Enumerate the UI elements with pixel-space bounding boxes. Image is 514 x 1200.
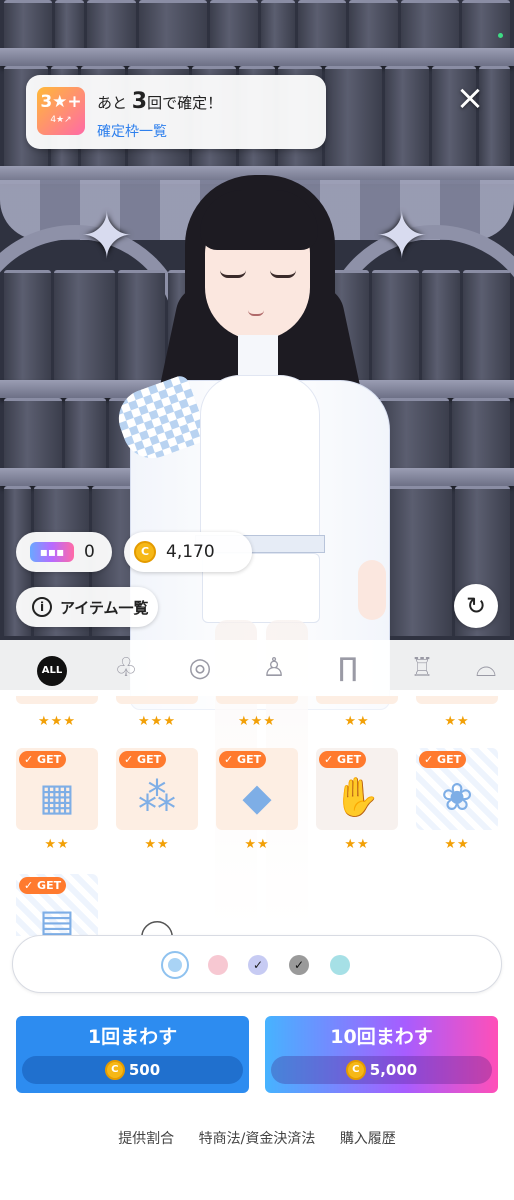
rarity-badge-sub: 4★↗ bbox=[50, 115, 72, 125]
color-swatch-selected[interactable] bbox=[161, 951, 189, 979]
guarantee-count: 3 bbox=[131, 89, 148, 114]
avatar-collar bbox=[238, 335, 278, 375]
category-tabs: ALL ♧ ◎ ♙ ∏ ♖ ⌓ bbox=[0, 640, 514, 696]
tab-hair[interactable]: ♧ bbox=[101, 653, 151, 683]
spin-ten-button[interactable]: 10回まわす C 5,000 bbox=[265, 1016, 498, 1093]
item-grid: ★★★ ★★★ ★★★ ★★ ★★ ✓ GET ▦ ✓ GET ⁂ ✓ GET … bbox=[0, 696, 514, 936]
color-swatch[interactable] bbox=[208, 955, 228, 975]
color-selector: ✓ ✓ bbox=[12, 935, 502, 993]
refresh-icon[interactable]: ↻ bbox=[454, 584, 498, 628]
rates-link[interactable]: 提供割合 bbox=[118, 1131, 174, 1147]
coin-balance[interactable]: C 4,170 bbox=[124, 532, 252, 572]
tab-all[interactable]: ALL bbox=[27, 650, 77, 686]
bookshelf-row bbox=[0, 0, 514, 48]
rarity-badge-main: 3★+ bbox=[40, 92, 82, 112]
coin-icon: C bbox=[104, 1060, 125, 1080]
guarantee-prefix: あと bbox=[97, 94, 128, 112]
item-card[interactable]: ✓ GET ◆ bbox=[216, 748, 298, 830]
tab-outfit[interactable]: ♖ bbox=[397, 653, 447, 683]
item-rarity: ★★ bbox=[144, 837, 170, 852]
color-swatch[interactable] bbox=[330, 955, 350, 975]
status-indicator bbox=[498, 33, 503, 38]
item-list-button[interactable]: i アイテム一覧 bbox=[16, 587, 158, 627]
earrings-item-icon: ⁂ bbox=[138, 775, 176, 819]
ticket-icon: ▪▪▪ bbox=[30, 542, 74, 562]
purchase-history-link[interactable]: 購入履歴 bbox=[340, 1131, 396, 1147]
coin-count: 4,170 bbox=[166, 542, 215, 562]
tab-accessory[interactable]: ◎ bbox=[175, 653, 225, 683]
glove-item-icon: ✋ bbox=[333, 775, 381, 819]
avatar-eye-left bbox=[220, 270, 246, 278]
item-rarity: ★★ bbox=[444, 837, 470, 852]
item-card-partial[interactable] bbox=[16, 696, 98, 704]
hair-icon: ♧ bbox=[114, 653, 138, 683]
carrot-item-icon: ◆ bbox=[242, 775, 272, 819]
all-icon: ALL bbox=[37, 656, 67, 686]
item-rarity: ★★★ bbox=[138, 714, 176, 729]
shoe-icon: ⌓ bbox=[475, 652, 497, 683]
item-card[interactable]: ✓ GET ▤ bbox=[16, 874, 98, 936]
close-icon[interactable]: × bbox=[452, 80, 488, 116]
check-icon: ✓ bbox=[293, 958, 305, 972]
pattern-item-icon: ❀ bbox=[441, 775, 473, 819]
item-list-label: アイテム一覧 bbox=[60, 598, 149, 617]
item-card-partial[interactable] bbox=[116, 696, 198, 704]
info-icon: i bbox=[32, 597, 52, 617]
item-card-partial[interactable] bbox=[316, 696, 398, 704]
accessory-icon: ◎ bbox=[188, 653, 212, 683]
item-card[interactable]: ✓ GET ✋ bbox=[316, 748, 398, 830]
item-card[interactable]: ✓ GET ⁂ bbox=[116, 748, 198, 830]
tab-tops[interactable]: ♙ bbox=[249, 653, 299, 683]
item-card-partial[interactable] bbox=[216, 696, 298, 704]
item-card[interactable]: ⌓ bbox=[116, 874, 198, 936]
item-card[interactable]: ✓ GET ▦ bbox=[16, 748, 98, 830]
footer-links: 提供割合 特商法/資金決済法 購入履歴 bbox=[0, 1128, 514, 1148]
rarity-badge-icon: 3★+ 4★↗ bbox=[37, 87, 85, 135]
coin-icon: C bbox=[134, 541, 156, 563]
spin-once-button[interactable]: 1回まわす C 500 bbox=[16, 1016, 249, 1093]
spin-once-price: 500 bbox=[128, 1061, 161, 1079]
legal-link[interactable]: 特商法/資金決済法 bbox=[199, 1131, 316, 1147]
item-rarity: ★★ bbox=[444, 714, 470, 729]
spin-ten-price: 5,000 bbox=[369, 1061, 418, 1079]
item-rarity: ★★ bbox=[244, 837, 270, 852]
spin-ten-label: 10回まわす bbox=[330, 1026, 433, 1048]
guarantee-banner: 3★+ 4★↗ あと 3回で確定！ 確定枠一覧 bbox=[26, 75, 326, 149]
guarantee-suffix: 回で確定！ bbox=[147, 94, 223, 112]
tshirt-icon: ♙ bbox=[262, 653, 286, 683]
check-icon: ✓ bbox=[252, 958, 264, 972]
tab-shoes[interactable]: ⌓ bbox=[471, 653, 501, 684]
outfit-icon: ♖ bbox=[410, 653, 434, 683]
item-rarity: ★★ bbox=[44, 837, 70, 852]
item-rarity: ★★★ bbox=[238, 714, 276, 729]
item-rarity: ★★ bbox=[344, 714, 370, 729]
item-card-partial[interactable] bbox=[416, 696, 498, 704]
color-swatch[interactable]: ✓ bbox=[289, 955, 309, 975]
choker-item-icon: ▦ bbox=[39, 775, 75, 819]
spin-once-label: 1回まわす bbox=[87, 1026, 178, 1048]
avatar-top bbox=[200, 375, 320, 555]
pattern-item-icon: ▤ bbox=[39, 901, 75, 936]
ticket-count: 0 bbox=[84, 542, 95, 562]
guarantee-text: あと 3回で確定！ bbox=[97, 89, 222, 114]
color-swatch[interactable]: ✓ bbox=[248, 955, 268, 975]
tab-bottoms[interactable]: ∏ bbox=[323, 653, 373, 683]
item-card[interactable]: ✓ GET ❀ bbox=[416, 748, 498, 830]
pants-icon: ∏ bbox=[338, 653, 358, 683]
item-rarity: ★★ bbox=[344, 837, 370, 852]
avatar-bangs bbox=[200, 190, 318, 250]
avatar-eye-right bbox=[270, 270, 296, 278]
coin-icon: C bbox=[345, 1060, 366, 1080]
spin-once-cost: C 500 bbox=[22, 1056, 243, 1084]
item-rarity: ★★★ bbox=[38, 714, 76, 729]
glasses-item-icon: ⌓ bbox=[139, 897, 175, 936]
spin-ten-cost: C 5,000 bbox=[271, 1056, 492, 1084]
avatar-hand bbox=[358, 560, 386, 620]
ticket-balance[interactable]: ▪▪▪ 0 bbox=[16, 532, 112, 572]
guarantee-list-link[interactable]: 確定枠一覧 bbox=[97, 121, 167, 141]
